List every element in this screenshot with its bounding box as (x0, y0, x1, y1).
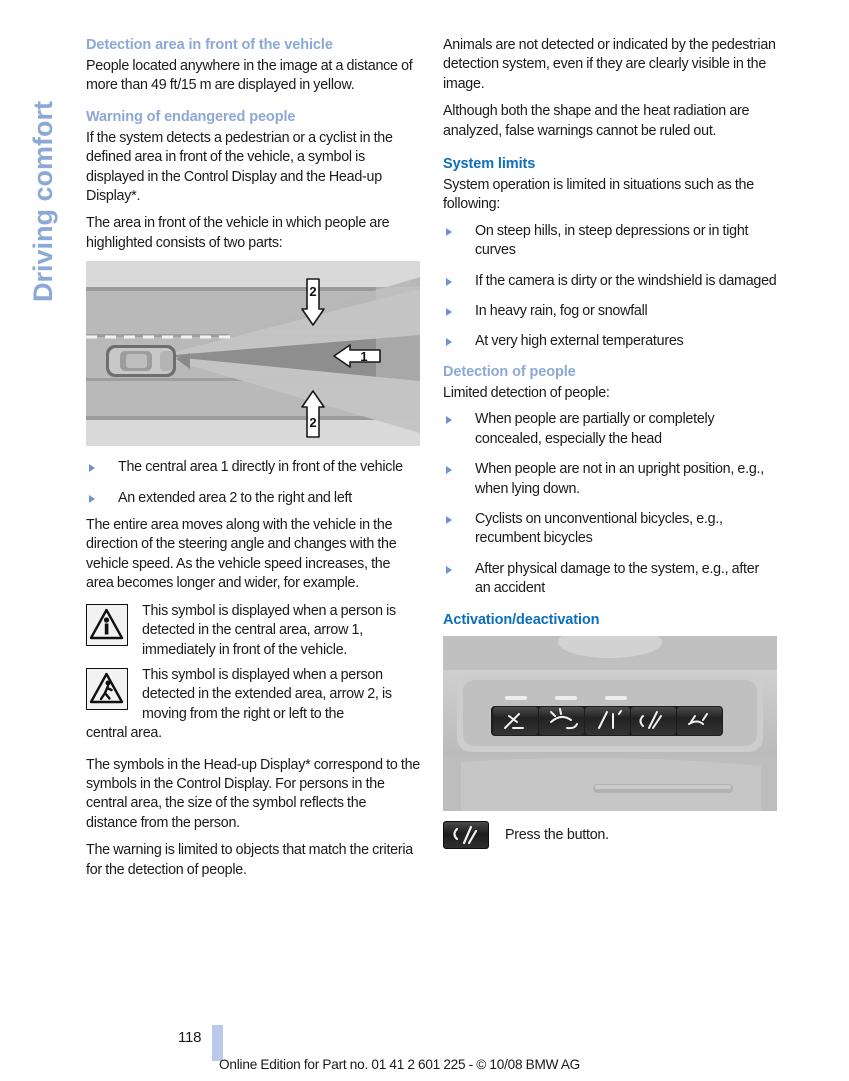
bullet-triangle-icon (446, 338, 452, 347)
list-item: In heavy rain, fog or snowfall (443, 302, 777, 321)
detection-area-road-diagram: 1 2 2 (86, 261, 420, 447)
list-item: At very high external temperatures (443, 332, 777, 351)
page-tab-marker (212, 1025, 223, 1061)
list-item-label: In heavy rain, fog or snowfall (475, 303, 648, 320)
list-item: When people are not in an upright positi… (443, 460, 777, 499)
callout-label-1: 1 (360, 349, 367, 364)
right-column: Animals are not detected or indicated by… (443, 36, 777, 851)
bullet-triangle-icon (446, 466, 452, 475)
list-item-label: At very high external temperatures (475, 333, 684, 350)
list-item-label: When people are partially or completely … (475, 411, 715, 447)
heading-activation-deactivation: Activation/deactivation (443, 611, 600, 628)
list-item-label: Cyclists on unconventional bicycles, e.g… (475, 510, 723, 547)
bullet-triangle-icon (446, 515, 452, 524)
road-diagram-svg: 1 2 2 (86, 261, 420, 447)
overhead-console-button-panel-photo (443, 635, 777, 811)
heading-detection-of-people: Detection of people (443, 363, 576, 380)
heading-system-limits: System limits (443, 156, 536, 173)
heading-detection-area: Detection area in front of the vehicle (86, 37, 333, 53)
warning-triangle-pedestrian-walking-icon (86, 667, 128, 710)
list-item: When people are partially or completely … (443, 410, 777, 449)
list-item-label: After physical damage to the system, e.g… (475, 560, 759, 597)
press-button-label: Press the button. (505, 826, 609, 843)
console-button-row (491, 705, 723, 736)
pedestrian-detection-button-icon (443, 820, 489, 849)
list-item: An extended area 2 to the right and left (86, 489, 420, 508)
bullet-list-detection-people: When people are partially or completely … (443, 410, 777, 598)
bullet-triangle-icon (446, 416, 452, 425)
callout-label-2-top: 2 (309, 284, 316, 299)
paragraph-head-up-display: The symbols in the Head-up Display* corr… (86, 756, 421, 831)
paragraph-detection-of-people: Limited detection of people: (443, 384, 610, 401)
paragraph-warning-symbol: If the system detects a pedestrian or a … (86, 129, 393, 205)
bullet-list-system-limits: On steep hills, in steep depressions or … (443, 222, 777, 352)
manual-page: Driving comfort Detection area in front … (0, 0, 849, 1081)
paragraph-system-limits: System operation is limited in situation… (443, 177, 754, 213)
bullet-list-areas: The central area 1 directly in front of … (86, 458, 420, 508)
bullet-triangle-icon (446, 227, 452, 236)
paragraph-detection-area: People located anywhere in the image at … (86, 58, 413, 94)
chapter-title: Driving comfort (28, 100, 58, 302)
symbol-extended-text-runon: central area. (86, 725, 162, 742)
warning-triangle-pedestrian-standing-icon (86, 603, 128, 646)
list-item: On steep hills, in steep depressions or … (443, 222, 777, 261)
symbol-block-central-area: This symbol is displayed when a person i… (86, 602, 420, 660)
symbol-block-extended-area: This symbol is displayed when a person d… (86, 666, 420, 744)
list-item-label: If the camera is dirty or the windshield… (475, 272, 777, 289)
console-photo-svg (443, 635, 777, 811)
paragraph-area-moves: The entire area moves along with the veh… (86, 517, 397, 592)
bullet-triangle-icon (89, 494, 95, 503)
list-item-label: The central area 1 directly in front of … (118, 459, 403, 476)
list-item: After physical damage to the system, e.g… (443, 560, 777, 599)
chapter-side-tab: Driving comfort (22, 30, 66, 330)
list-item-label: When people are not in an upright positi… (475, 461, 764, 497)
bullet-triangle-icon (446, 277, 452, 286)
bullet-triangle-icon (446, 565, 452, 574)
paragraph-two-parts: The area in front of the vehicle in whic… (86, 215, 390, 251)
list-item-label: On steep hills, in steep depressions or … (475, 222, 749, 259)
press-button-caption: Press the button. (443, 820, 777, 851)
paragraph-animals: Animals are not detected or indicated by… (443, 37, 776, 92)
left-column: Detection area in front of the vehicle P… (86, 36, 420, 888)
edition-note: Online Edition for Part no. 01 41 2 601 … (219, 1057, 581, 1072)
paragraph-false-warnings: Although both the shape and the heat rad… (443, 103, 750, 139)
bullet-triangle-icon (89, 464, 95, 473)
list-item: The central area 1 directly in front of … (86, 458, 420, 477)
list-item: Cyclists on unconventional bicycles, e.g… (443, 510, 777, 549)
bullet-triangle-icon (446, 308, 452, 317)
list-item: If the camera is dirty or the windshield… (443, 272, 777, 291)
vehicle-top-view (106, 345, 176, 378)
symbol-extended-text: This symbol is displayed when a person d… (86, 666, 420, 744)
page-number: 118 (178, 1029, 202, 1046)
symbol-central-text: This symbol is displayed when a person i… (142, 602, 396, 658)
paragraph-warning-criteria: The warning is limited to objects that m… (86, 842, 414, 878)
symbol-extended-text-main: This symbol is displayed when a person d… (142, 666, 392, 722)
callout-label-2-bottom: 2 (309, 415, 316, 430)
list-item-label: An extended area 2 to the right and left (118, 489, 352, 506)
heading-warning-endangered: Warning of endangered people (86, 108, 296, 125)
